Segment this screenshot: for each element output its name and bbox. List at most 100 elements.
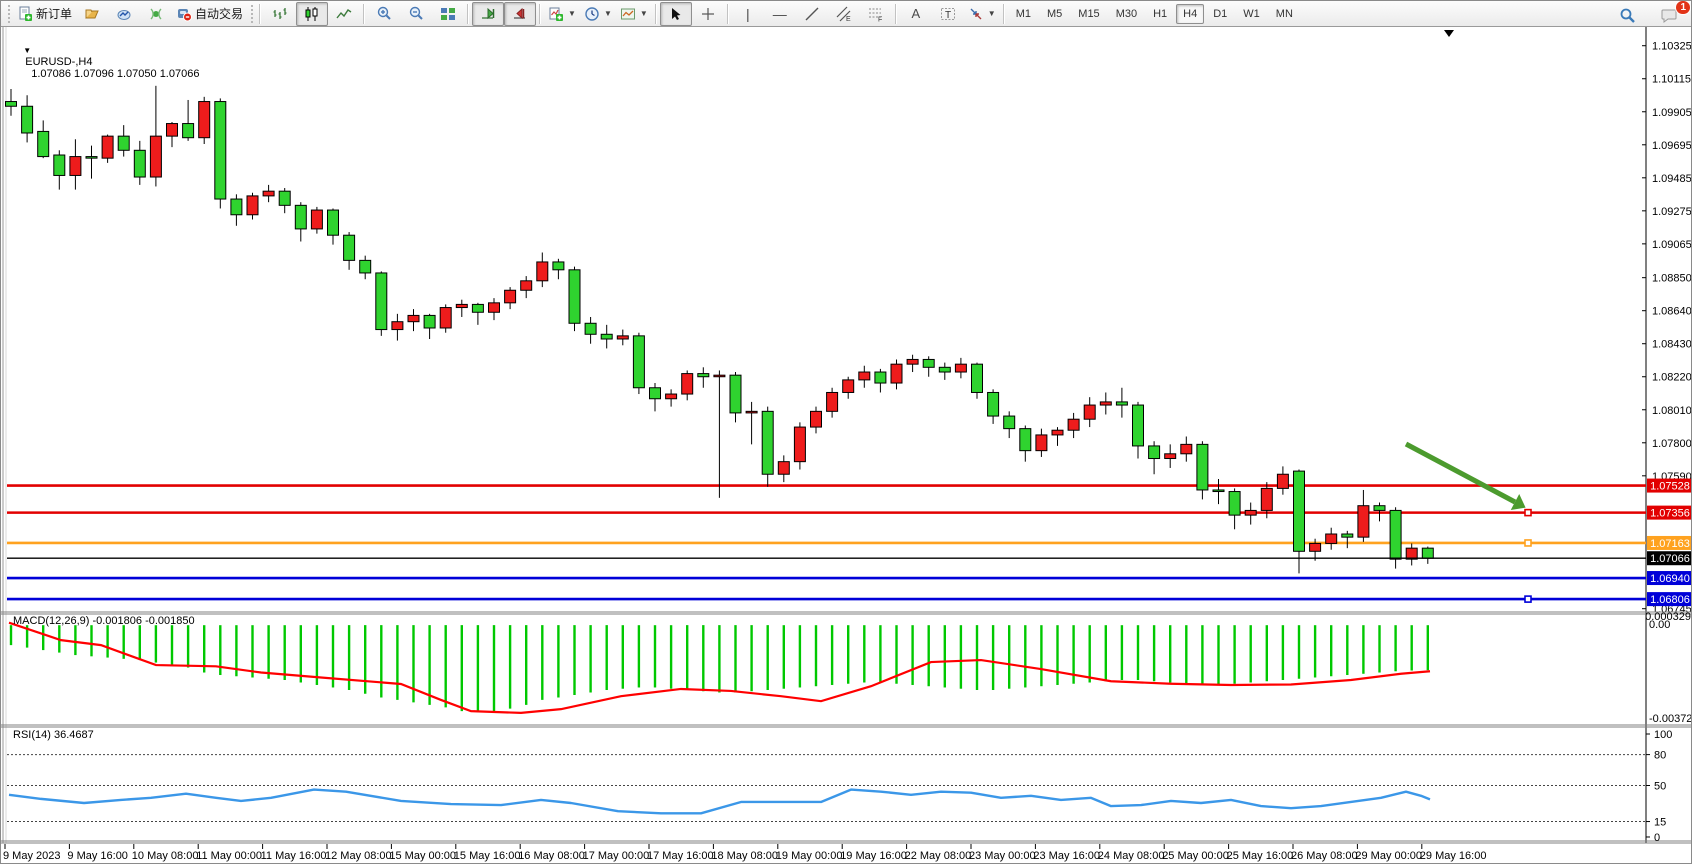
arrows-tool-button[interactable]: ▼: [964, 2, 1000, 26]
price-tick-label: 1.08220: [1652, 372, 1692, 384]
autotrading-button[interactable]: 自动交易: [172, 2, 247, 26]
chart-canvas[interactable]: 1.103251.101151.099051.096951.094851.092…: [1, 1, 1692, 864]
notification-badge: 1: [1675, 0, 1691, 15]
timeframe-w1[interactable]: W1: [1236, 4, 1267, 24]
svg-text:80: 80: [1654, 750, 1666, 762]
candle-body: [666, 394, 677, 399]
timeframe-m5[interactable]: M5: [1040, 4, 1069, 24]
text-tool-button[interactable]: A: [900, 2, 932, 26]
svg-text:-0.003725: -0.003725: [1649, 713, 1692, 725]
candle-body: [295, 205, 306, 229]
time-axis-label: 24 May 08:00: [1098, 850, 1165, 862]
periods-button[interactable]: ▼: [580, 2, 616, 26]
timeframe-d1[interactable]: D1: [1206, 4, 1234, 24]
candlestick-mode-button[interactable]: [296, 2, 328, 26]
svg-text:1.06806: 1.06806: [1650, 594, 1690, 606]
equidistant-channel-icon: E: [836, 6, 852, 22]
bar-chart-mode-button[interactable]: [264, 2, 296, 26]
chart-shift-icon: [512, 6, 528, 22]
autotrading-icon: [176, 6, 192, 22]
search-button[interactable]: [1611, 3, 1643, 27]
macd-indicator-label: MACD(12,26,9) -0.001806 -0.001850: [13, 615, 195, 627]
candle-body: [231, 199, 242, 215]
zoom-out-button[interactable]: [400, 2, 432, 26]
level-line-handle[interactable]: [1525, 510, 1531, 516]
fibonacci-icon: F: [868, 6, 884, 22]
profiles-button[interactable]: [76, 2, 108, 26]
candle-body: [1133, 405, 1144, 446]
candle-body: [827, 392, 838, 411]
candle-body: [38, 131, 49, 156]
signals-button[interactable]: [140, 2, 172, 26]
horizontal-line-tool-button[interactable]: —: [764, 2, 796, 26]
candle-body: [344, 235, 355, 260]
svg-text:50: 50: [1654, 780, 1666, 792]
candle-body: [1116, 402, 1127, 405]
svg-text:1.07356: 1.07356: [1650, 508, 1690, 520]
candle-body: [22, 106, 33, 133]
templates-button[interactable]: ▼: [616, 2, 652, 26]
profiles-icon: [84, 6, 100, 22]
tile-windows-button[interactable]: [432, 2, 464, 26]
candle-body: [875, 372, 886, 383]
new-order-button[interactable]: 新订单: [13, 2, 76, 26]
chart-shift-button[interactable]: [504, 2, 536, 26]
main-toolbar: 新订单: [1, 1, 1692, 27]
time-axis-label: 29 May 16:00: [1420, 850, 1487, 862]
svg-text:100: 100: [1654, 729, 1672, 741]
time-axis-label: 17 May 00:00: [583, 850, 650, 862]
timeframe-m15[interactable]: M15: [1071, 4, 1106, 24]
cursor-tool-button[interactable]: [660, 2, 692, 26]
zoom-in-button[interactable]: [368, 2, 400, 26]
level-line-handle[interactable]: [1525, 596, 1531, 602]
fibonacci-tool-button[interactable]: F: [860, 2, 892, 26]
crosshair-tool-button[interactable]: [692, 2, 724, 26]
line-chart-mode-button[interactable]: [328, 2, 360, 26]
candle-body: [859, 372, 870, 380]
candle-body: [730, 375, 741, 413]
price-tick-label: 1.07800: [1652, 438, 1692, 450]
notifications-button[interactable]: 1: [1653, 3, 1685, 27]
candle-body: [1020, 429, 1031, 451]
toolbar-grip[interactable]: [6, 5, 11, 23]
candle-body: [1181, 444, 1192, 453]
timeframe-h1[interactable]: H1: [1146, 4, 1174, 24]
candle-body: [1213, 490, 1224, 492]
text-label-tool-button[interactable]: T: [932, 2, 964, 26]
chart-frame: [1, 27, 1692, 864]
timeframe-m1[interactable]: M1: [1009, 4, 1038, 24]
candle-body: [118, 136, 129, 150]
periods-caret: ▼: [604, 9, 612, 18]
new-order-label: 新订单: [36, 5, 72, 22]
time-axis-label: 16 May 08:00: [518, 850, 585, 862]
time-axis-label: 18 May 08:00: [711, 850, 778, 862]
time-axis-label: 11 May 16:00: [261, 850, 327, 862]
svg-text:0: 0: [1654, 832, 1660, 844]
auto-scroll-button[interactable]: [472, 2, 504, 26]
market-watch-button[interactable]: [108, 2, 140, 26]
channel-tool-button[interactable]: E: [828, 2, 860, 26]
indicators-icon: [548, 6, 564, 22]
timeframe-h4[interactable]: H4: [1176, 4, 1204, 24]
symbol-timeframe-label: EURUSD-,H4: [25, 56, 92, 68]
indicators-button[interactable]: ▼: [544, 2, 580, 26]
price-tick-label: 1.09275: [1652, 206, 1692, 218]
cursor-icon: [669, 7, 683, 21]
vertical-line-tool-button[interactable]: |: [732, 2, 764, 26]
candle-body: [1374, 506, 1385, 511]
level-line-handle[interactable]: [1525, 540, 1531, 546]
timeframe-mn[interactable]: MN: [1269, 4, 1300, 24]
candle-body: [746, 411, 757, 413]
candle-body: [456, 304, 467, 307]
symbol-dropdown-icon[interactable]: ▼: [23, 46, 31, 55]
candle-body: [150, 136, 161, 177]
time-axis-label: 23 May 00:00: [969, 850, 1036, 862]
candle-body: [1100, 402, 1111, 405]
time-axis-label: 17 May 16:00: [647, 850, 714, 862]
candle-body: [714, 375, 725, 377]
search-icon: [1619, 7, 1636, 24]
toolbar-grip[interactable]: [249, 5, 254, 23]
candlestick-chart-icon: [304, 6, 320, 22]
timeframe-m30[interactable]: M30: [1109, 4, 1144, 24]
trendline-tool-button[interactable]: [796, 2, 828, 26]
